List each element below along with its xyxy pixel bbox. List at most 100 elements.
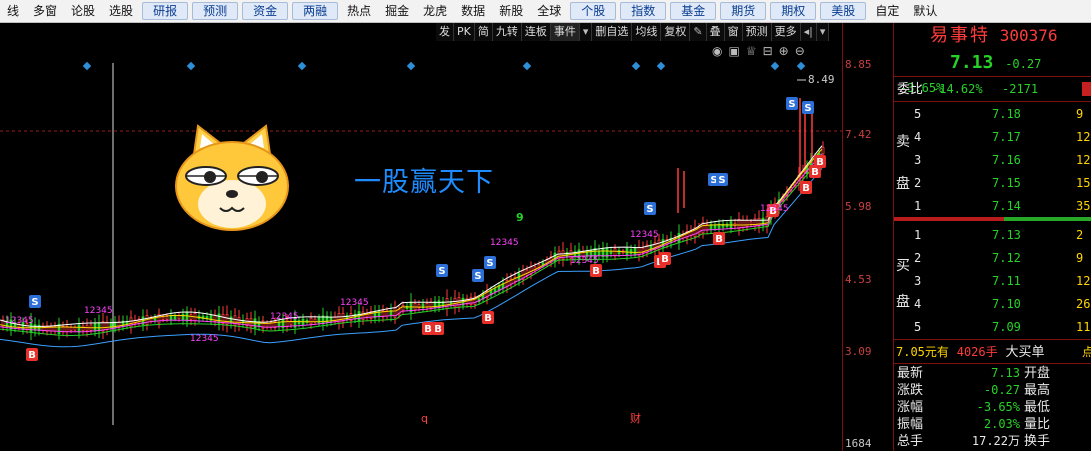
toolbar-shijian[interactable]: 事件 bbox=[550, 23, 580, 41]
menu-item-shuju[interactable]: 数据 bbox=[454, 0, 492, 22]
buy-row[interactable]: 2 7.12 9 bbox=[894, 247, 1091, 269]
menu-item-lungu[interactable]: 论股 bbox=[64, 0, 102, 22]
toolbar-junxian[interactable]: 均线 bbox=[632, 23, 662, 41]
divider bbox=[894, 76, 1091, 77]
menu-item-xingu[interactable]: 新股 bbox=[492, 0, 530, 22]
toolbar-gengduo[interactable]: 更多 bbox=[772, 23, 801, 41]
menu-item-ziding[interactable]: 自定 bbox=[868, 0, 906, 22]
quote-value: -0.27 bbox=[983, 383, 1020, 397]
quote-row: 涨幅 -3.65% 最低 bbox=[894, 399, 1091, 416]
event-diamond-icon[interactable] bbox=[186, 61, 196, 71]
cup-icon[interactable]: ▣ bbox=[728, 44, 739, 58]
quote-value: 7.13 bbox=[991, 366, 1020, 380]
event-diamond-icon[interactable] bbox=[522, 61, 532, 71]
stock-change: -0.27 bbox=[1005, 57, 1042, 71]
menu-item-xian[interactable]: 线 bbox=[0, 0, 26, 22]
menu-tab-gegu[interactable]: 个股 bbox=[570, 2, 617, 20]
menu-tab-qiquan[interactable]: 期权 bbox=[770, 2, 817, 20]
buy-row[interactable]: 1 7.13 2 bbox=[894, 224, 1091, 246]
signal-badge-letter: B bbox=[424, 324, 432, 335]
event-diamond-icon[interactable] bbox=[796, 61, 806, 71]
nine-turn-sequence: 12345 bbox=[760, 204, 789, 214]
candle-body bbox=[749, 221, 753, 225]
event-diamond-icon[interactable] bbox=[297, 61, 307, 71]
candle-body bbox=[265, 323, 269, 328]
candle-body bbox=[613, 248, 617, 257]
toolbar-more-dropdown-icon[interactable]: ▾ bbox=[817, 23, 830, 41]
sell-row[interactable]: 3 7.16 12 bbox=[894, 149, 1091, 171]
quote-row: 振幅 2.03% 量比 bbox=[894, 416, 1091, 433]
menu-item-juejin[interactable]: 掘金 bbox=[378, 0, 416, 22]
eye-icon[interactable]: ◉ bbox=[712, 44, 722, 58]
candle-body bbox=[93, 322, 97, 332]
menu-tab-zhishu[interactable]: 指数 bbox=[620, 2, 667, 20]
quote-key-2: 量比 bbox=[1024, 417, 1051, 432]
pen-icon[interactable]: ✎ bbox=[690, 23, 707, 41]
menu-item-duochuang[interactable]: 多窗 bbox=[26, 0, 64, 22]
candle-body bbox=[821, 146, 825, 155]
event-diamond-icon[interactable] bbox=[631, 61, 641, 71]
sell-ratio-bar bbox=[894, 217, 1004, 221]
quote-key-2: 开盘 bbox=[1024, 366, 1051, 381]
buy-level: 2 bbox=[914, 251, 922, 265]
nine-turn-sequence: 12345 bbox=[270, 312, 299, 322]
toolbar-shijian-dropdown-icon[interactable]: ▾ bbox=[580, 23, 593, 41]
menu-item-redian[interactable]: 热点 bbox=[340, 0, 378, 22]
toolbar-shanzixuan[interactable]: 删自选 bbox=[592, 23, 633, 41]
menu-tab-qihuo[interactable]: 期货 bbox=[720, 2, 767, 20]
sell-level: 2 bbox=[914, 176, 922, 190]
dog-mascot-icon bbox=[175, 124, 289, 231]
toolbar-jiuzhuan[interactable]: 九转 bbox=[493, 23, 522, 41]
event-diamond-icon[interactable] bbox=[770, 61, 780, 71]
sell-row[interactable]: 5 7.18 9 bbox=[894, 103, 1091, 125]
lock-icon[interactable]: ⊟ bbox=[763, 44, 773, 58]
toolbar-pk[interactable]: PK bbox=[454, 23, 475, 41]
buy-row[interactable]: 4 7.10 26 bbox=[894, 293, 1091, 315]
sell-level: 5 bbox=[914, 107, 922, 121]
toolbar-jian[interactable]: 简 bbox=[475, 23, 493, 41]
sell-row[interactable]: 1 7.14 35 bbox=[894, 195, 1091, 217]
toolbar-yuce[interactable]: 预测 bbox=[743, 23, 772, 41]
buy-row[interactable]: 5 7.09 11 bbox=[894, 316, 1091, 338]
kline-chart[interactable]: BSSSSBBBBBBSSSBBBSSBB 123451234512345123… bbox=[0, 23, 893, 451]
signal-badge-letter: S bbox=[804, 103, 811, 114]
toolbar-die[interactable]: 叠 bbox=[707, 23, 725, 41]
buy-row[interactable]: 3 7.11 12 bbox=[894, 270, 1091, 292]
collapse-panel-icon[interactable]: ◂| bbox=[801, 23, 817, 41]
zoom-in-icon[interactable]: ⊕ bbox=[779, 44, 789, 58]
buy-level: 4 bbox=[914, 297, 922, 311]
menu-item-xuangu[interactable]: 选股 bbox=[102, 0, 140, 22]
menu-item-longhu[interactable]: 龙虎 bbox=[416, 0, 454, 22]
menu-tab-yuce[interactable]: 预测 bbox=[192, 2, 239, 20]
toolbar-fa[interactable]: 发 bbox=[436, 23, 454, 41]
event-diamond-icon[interactable] bbox=[406, 61, 416, 71]
zoom-out-icon[interactable]: ⊖ bbox=[795, 44, 805, 58]
menu-tab-meigu[interactable]: 美股 bbox=[820, 2, 867, 20]
candle-body bbox=[609, 251, 613, 254]
menu-item-quanqiu[interactable]: 全球 bbox=[530, 0, 568, 22]
event-mark-cai: 财 bbox=[630, 411, 641, 425]
candle-body bbox=[73, 327, 77, 331]
sell-volume: 35 bbox=[1076, 199, 1091, 213]
signal-badge-letter: B bbox=[484, 313, 492, 324]
menu-tab-zijin[interactable]: 资金 bbox=[242, 2, 289, 20]
menu-tab-jijin[interactable]: 基金 bbox=[670, 2, 717, 20]
buy-level: 5 bbox=[914, 320, 922, 334]
stock-name: 易事特 bbox=[930, 25, 990, 46]
buy-volume: 11 bbox=[1076, 320, 1091, 334]
event-diamond-icon[interactable] bbox=[82, 61, 92, 71]
axis-tick-742: 7.42 bbox=[845, 128, 872, 141]
sell-row[interactable]: 2 7.15 15 bbox=[894, 172, 1091, 194]
candle-body bbox=[177, 315, 181, 319]
signal-badge-letter: S bbox=[646, 204, 653, 215]
candle-body bbox=[629, 249, 633, 254]
menu-item-moren[interactable]: 默认 bbox=[906, 0, 944, 22]
toolbar-chuang[interactable]: 窗 bbox=[725, 23, 743, 41]
toolbar-fuquan[interactable]: 复权 bbox=[661, 23, 691, 41]
toolbar-lianban[interactable]: 连板 bbox=[522, 23, 551, 41]
menu-tab-liangrong[interactable]: 两融 bbox=[292, 2, 339, 20]
menu-tab-yanbao[interactable]: 研报 bbox=[142, 2, 189, 20]
trophy-icon[interactable]: ♕ bbox=[746, 44, 757, 58]
sell-row[interactable]: 4 7.17 12 bbox=[894, 126, 1091, 148]
event-diamond-icon[interactable] bbox=[656, 61, 666, 71]
